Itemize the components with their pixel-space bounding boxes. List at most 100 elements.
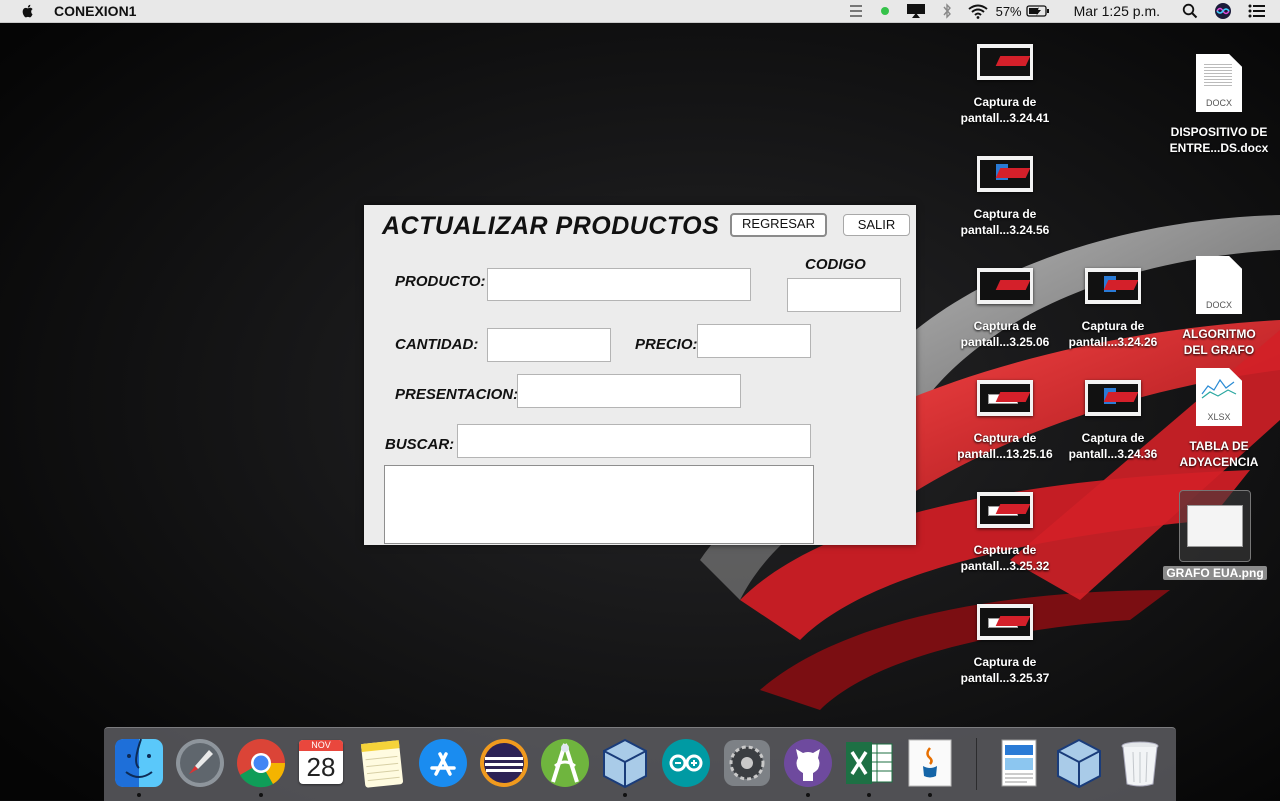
status-menus: 57% Mar 1:25 p.m. — [840, 0, 1280, 22]
file-name-line1: Captura de — [1081, 431, 1145, 445]
window-title: ACTUALIZAR PRODUCTOS — [382, 212, 720, 240]
calendar-icon: NOV 28 — [299, 740, 343, 784]
screenshot-thumbnail-icon — [1085, 268, 1141, 304]
dock-github-desktop[interactable] — [781, 736, 835, 797]
wifi-icon[interactable] — [967, 4, 988, 19]
file-name-line1: Captura de — [973, 319, 1037, 333]
regresar-button[interactable]: REGRESAR — [730, 213, 827, 237]
desktop-file-xlsx[interactable]: XLSX TABLA DE ADYACENCIA — [1164, 368, 1274, 470]
dock-eclipse[interactable] — [477, 736, 531, 790]
file-name-line2: DEL GRAFO — [1183, 343, 1255, 357]
file-name-line1: Captura de — [973, 95, 1037, 109]
actualizar-productos-window: ACTUALIZAR PRODUCTOS REGRESAR SALIR PROD… — [364, 205, 916, 545]
excel-icon — [846, 742, 893, 784]
codigo-label: CODIGO — [805, 256, 866, 273]
spreadsheet-document-icon: XLSX — [1196, 368, 1242, 426]
github-octocat-icon — [784, 739, 832, 787]
airplay-display-icon[interactable] — [906, 3, 926, 19]
menu-clock[interactable]: Mar 1:25 p.m. — [1074, 3, 1160, 19]
salir-button[interactable]: SALIR — [843, 214, 910, 236]
gear-icon — [724, 740, 770, 786]
calendar-day: 28 — [306, 752, 336, 782]
dock-java[interactable] — [903, 736, 957, 797]
arduino-icon — [662, 739, 710, 787]
bluetooth-icon[interactable] — [942, 3, 952, 19]
desktop-file-png-selected[interactable]: GRAFO EUA.png — [1155, 490, 1275, 582]
precio-input[interactable] — [697, 324, 811, 358]
desktop-file-screenshot[interactable]: Captura de pantall...3.24.56 — [950, 156, 1060, 238]
cantidad-input[interactable] — [487, 328, 611, 362]
file-name-line2: pantall...3.25.32 — [960, 559, 1050, 573]
desktop-file-docx[interactable]: DOCX DISPOSITIVO DE ENTRE...DS.docx — [1164, 54, 1274, 156]
cantidad-label: CANTIDAD: — [395, 336, 479, 353]
screenshot-thumbnail-icon — [977, 492, 1033, 528]
file-name: GRAFO EUA.png — [1163, 566, 1267, 580]
launchpad-rocket-icon — [176, 739, 224, 787]
file-name-line1: Captura de — [973, 207, 1037, 221]
dock-separator — [976, 738, 977, 790]
image-thumbnail-icon — [1179, 490, 1251, 562]
apple-menu-icon[interactable] — [20, 3, 36, 19]
eclipse-icon — [480, 739, 528, 787]
buscar-label: BUSCAR: — [385, 436, 455, 453]
desktop-file-screenshot[interactable]: Captura de pantall...3.25.32 — [950, 492, 1060, 574]
file-name-line2: pantall...3.24.26 — [1068, 335, 1158, 349]
screenshot-thumbnail-icon — [977, 44, 1033, 80]
battery-charging-icon[interactable] — [1025, 5, 1050, 17]
spotlight-search-icon[interactable] — [1182, 3, 1198, 19]
desktop-file-screenshot[interactable]: Captura de pantall...3.24.41 — [950, 44, 1060, 126]
battery-percentage: 57% — [995, 3, 1022, 19]
word-document-icon: DOCX — [1196, 54, 1242, 112]
calendar-month: NOV — [299, 740, 343, 751]
producto-input[interactable] — [487, 268, 751, 301]
notification-center-icon[interactable] — [1248, 4, 1266, 18]
dock-trash[interactable] — [1113, 736, 1167, 790]
dock-launchpad[interactable] — [173, 736, 227, 790]
dock-excel[interactable] — [842, 736, 896, 797]
buscar-input[interactable] — [457, 424, 811, 458]
file-name-line1: Captura de — [973, 431, 1037, 445]
file-name-line2: pantall...3.25.37 — [960, 671, 1050, 685]
stack-icon[interactable] — [848, 4, 864, 18]
dock-chrome[interactable] — [234, 736, 288, 797]
word-document-icon: DOCX — [1196, 256, 1242, 314]
precio-label: PRECIO: — [635, 336, 698, 353]
dock-android-studio[interactable] — [538, 736, 592, 790]
dock-virtual-machine[interactable] — [1052, 736, 1106, 790]
file-name-line2: pantall...3.25.06 — [960, 335, 1050, 349]
java-coffee-icon — [908, 739, 952, 787]
desktop-file-docx[interactable]: DOCX ALGORITMO DEL GRAFO — [1164, 256, 1274, 358]
dock-arduino[interactable] — [659, 736, 713, 790]
dock-system-preferences[interactable] — [720, 736, 774, 790]
dock-app-store[interactable] — [416, 736, 470, 790]
dock-notes[interactable] — [355, 736, 409, 790]
presentacion-input[interactable] — [517, 374, 741, 408]
dock: NOV 28 — [104, 727, 1176, 801]
dock-finder[interactable] — [112, 736, 166, 797]
desktop-file-screenshot[interactable]: Captura de pantall...3.24.26 — [1058, 268, 1168, 350]
file-name-line1: DISPOSITIVO DE — [1170, 125, 1268, 139]
screenshot-thumbnail-icon — [977, 604, 1033, 640]
codigo-input[interactable] — [787, 278, 901, 312]
producto-label: PRODUCTO: — [395, 273, 486, 290]
active-app-name[interactable]: CONEXION1 — [54, 3, 136, 19]
file-name-line2: pantall...3.24.36 — [1068, 447, 1158, 461]
document-preview-icon — [1001, 739, 1037, 787]
dock-virtualbox[interactable] — [598, 736, 652, 797]
file-name-line1: Captura de — [973, 543, 1037, 557]
dock-calendar[interactable]: NOV 28 — [294, 736, 348, 790]
presentacion-label: PRESENTACION: — [395, 386, 519, 403]
desktop-file-screenshot[interactable]: Captura de pantall...3.24.36 — [1058, 380, 1168, 462]
dock-document[interactable] — [992, 736, 1046, 790]
file-name-line2: pantall...13.25.16 — [957, 447, 1053, 461]
desktop-file-screenshot[interactable]: Captura de pantall...3.25.06 — [950, 268, 1060, 350]
siri-icon[interactable] — [1214, 2, 1232, 20]
file-name-line2: ENTRE...DS.docx — [1169, 141, 1269, 155]
status-dot-icon[interactable] — [880, 6, 890, 16]
file-name-line1: Captura de — [1081, 319, 1145, 333]
desktop-file-screenshot[interactable]: Captura de pantall...13.25.16 — [950, 380, 1060, 462]
results-table-area[interactable] — [384, 465, 814, 544]
menu-bar: CONEXION1 57% Mar 1:25 p.m. — [0, 0, 1280, 23]
file-name-line2: pantall...3.24.56 — [960, 223, 1050, 237]
desktop-file-screenshot[interactable]: Captura de pantall...3.25.37 — [950, 604, 1060, 686]
